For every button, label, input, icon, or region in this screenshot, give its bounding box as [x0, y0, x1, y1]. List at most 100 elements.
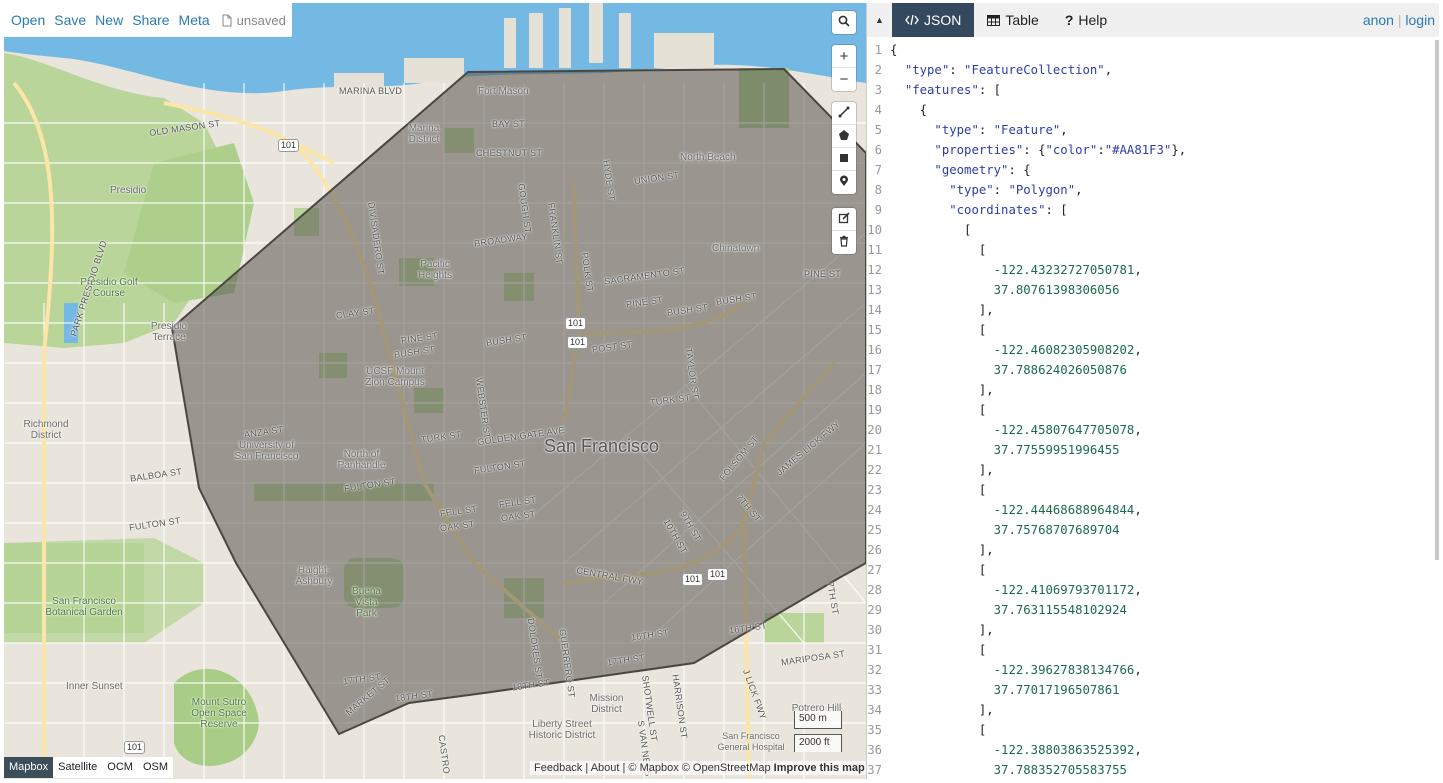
code-line[interactable]: 30 ],: [867, 620, 1439, 640]
unsaved-status: unsaved: [236, 12, 286, 28]
code-line[interactable]: 27 [: [867, 560, 1439, 580]
top-menu-bar: Open Save New Share Meta unsaved: [4, 3, 292, 37]
code-text: "type": "Polygon",: [949, 183, 1083, 197]
code-line[interactable]: 7 "geometry": {: [867, 160, 1439, 180]
map-label: North of Panhandle: [337, 449, 386, 471]
json-editor[interactable]: 1{2 "type": "FeatureCollection", 3 "featu…: [867, 40, 1439, 779]
map-label: 101: [682, 573, 704, 586]
code-line[interactable]: 23 [: [867, 480, 1439, 500]
login-link[interactable]: login: [1405, 12, 1435, 28]
about-link[interactable]: About: [591, 762, 620, 774]
map-label: San Francisco General Hospital: [717, 731, 785, 752]
layer-mapbox[interactable]: Mapbox: [4, 757, 54, 778]
editor-scrollbar[interactable]: [1435, 40, 1439, 560]
auth-links: anon | login: [1363, 12, 1435, 28]
code-line[interactable]: 11 [: [867, 240, 1439, 260]
map-label: Marina District: [408, 123, 440, 145]
code-line[interactable]: 8 "type": "Polygon",: [867, 180, 1439, 200]
code-line[interactable]: 15 [: [867, 320, 1439, 340]
code-line[interactable]: 6 "properties": {"color":"#AA81F3"},: [867, 140, 1439, 160]
code-line[interactable]: 17 37.788624026050876: [867, 360, 1439, 380]
layer-ocm[interactable]: OCM: [102, 757, 138, 778]
code-text: "type": "Feature",: [934, 123, 1068, 137]
tab-help[interactable]: ? Help: [1052, 3, 1120, 37]
code-text: -122.44468688964844,: [993, 503, 1142, 517]
trash-icon: [838, 234, 850, 251]
draw-marker-button[interactable]: [832, 171, 856, 194]
code-line[interactable]: 19 [: [867, 400, 1439, 420]
line-number: 16: [867, 343, 882, 357]
code-line[interactable]: 22 ],: [867, 460, 1439, 480]
code-line[interactable]: 3 "features": [: [867, 80, 1439, 100]
delete-button[interactable]: [832, 231, 856, 254]
map-label: Mission District: [589, 693, 624, 715]
code-line[interactable]: 37 37.788352705583755: [867, 760, 1439, 779]
code-line[interactable]: 18 ],: [867, 380, 1439, 400]
search-button[interactable]: [832, 11, 856, 34]
map-label: BAY ST: [492, 119, 525, 129]
menu-save[interactable]: Save: [54, 12, 86, 28]
line-number: 31: [867, 643, 882, 657]
tab-json[interactable]: JSON: [892, 3, 975, 37]
zoom-in-icon: +: [839, 47, 849, 65]
code-text: 37.77017196507861: [993, 683, 1120, 697]
code-line[interactable]: 5 "type": "Feature",: [867, 120, 1439, 140]
line-number: 5: [874, 123, 882, 137]
code-line[interactable]: 20 -122.45807647705078,: [867, 420, 1439, 440]
layer-osm[interactable]: OSM: [138, 757, 173, 778]
line-number: 14: [867, 303, 882, 317]
draw-polygon-button[interactable]: [832, 125, 856, 148]
tab-table[interactable]: Table: [974, 3, 1051, 37]
map-basemap[interactable]: [4, 3, 866, 779]
line-number: 22: [867, 463, 882, 477]
draw-rectangle-button[interactable]: [832, 148, 856, 171]
zoom-out-button[interactable]: −: [832, 68, 856, 91]
code-text: [: [890, 403, 987, 417]
code-line[interactable]: 33 37.77017196507861: [867, 680, 1439, 700]
code-line[interactable]: 24 -122.44468688964844,: [867, 500, 1439, 520]
improve-map-link[interactable]: Improve this map: [774, 762, 865, 774]
menu-open[interactable]: Open: [11, 12, 45, 28]
draw-line-button[interactable]: [832, 102, 856, 125]
layer-switcher: Mapbox Satellite OCM OSM: [4, 757, 174, 778]
feedback-link[interactable]: Feedback: [534, 762, 582, 774]
anon-link[interactable]: anon: [1363, 12, 1394, 28]
tab-help-label: Help: [1078, 12, 1108, 28]
map-label: Inner Sunset: [66, 681, 123, 692]
code-line[interactable]: 31 [: [867, 640, 1439, 660]
line-number: 8: [874, 183, 882, 197]
menu-new[interactable]: New: [95, 12, 123, 28]
code-line[interactable]: 34 ],: [867, 700, 1439, 720]
line-number: 20: [867, 423, 882, 437]
code-line[interactable]: 14 ],: [867, 300, 1439, 320]
code-line[interactable]: 4 {: [867, 100, 1439, 120]
map-label: Presidio Terrace: [150, 321, 188, 343]
line-number: 12: [867, 263, 882, 277]
code-line[interactable]: 25 37.75768707689704: [867, 520, 1439, 540]
code-line[interactable]: 1{: [867, 40, 1439, 60]
code-line[interactable]: 9 "coordinates": [: [867, 200, 1439, 220]
code-line[interactable]: 16 -122.46082305908202,: [867, 340, 1439, 360]
code-line[interactable]: 35 [: [867, 720, 1439, 740]
collapse-button[interactable]: ▲: [867, 3, 892, 37]
code-line[interactable]: 36 -122.38803863525392,: [867, 740, 1439, 760]
code-line[interactable]: 32 -122.39627838134766,: [867, 660, 1439, 680]
edit-button[interactable]: [832, 208, 856, 231]
menu-meta[interactable]: Meta: [179, 12, 210, 28]
layer-satellite[interactable]: Satellite: [53, 757, 102, 778]
code-line[interactable]: 12 -122.43232727050781,: [867, 260, 1439, 280]
code-line[interactable]: 26 ],: [867, 540, 1439, 560]
menu-share[interactable]: Share: [132, 12, 169, 28]
code-line[interactable]: 28 -122.41069793701172,: [867, 580, 1439, 600]
code-line[interactable]: 29 37.763115548102924: [867, 600, 1439, 620]
map-label: 101: [124, 741, 146, 754]
code-line[interactable]: 10 [: [867, 220, 1439, 240]
code-line[interactable]: 13 37.80761398306056: [867, 280, 1439, 300]
app: MARINA BLVD Fort Mason OLD MASON ST 101 …: [0, 0, 1443, 783]
zoom-in-button[interactable]: +: [832, 45, 856, 68]
code-line[interactable]: 2 "type": "FeatureCollection",: [867, 60, 1439, 80]
map[interactable]: MARINA BLVD Fort Mason OLD MASON ST 101 …: [4, 3, 866, 779]
line-number: 17: [867, 363, 882, 377]
code-line[interactable]: 21 37.77559951996455: [867, 440, 1439, 460]
map-label: San Francisco Botanical Garden: [45, 596, 123, 618]
